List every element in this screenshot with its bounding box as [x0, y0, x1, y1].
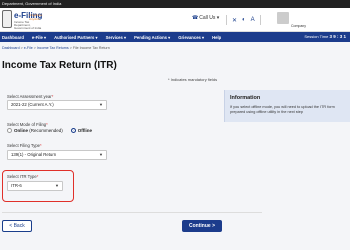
assessment-year-value: 2021-22 (Current A.Y.) [11, 102, 54, 107]
session-timer: Session Time 3 9 : 3 1 [304, 32, 346, 42]
footer-divider [2, 212, 262, 213]
radio-online[interactable] [7, 128, 12, 133]
filing-type-label: Select Filing Type* [7, 143, 42, 148]
nav-authorised-partners[interactable]: Authorised Partners ▾ [54, 35, 98, 40]
efiling-logo[interactable]: e-Filing Anywhere Anytime Income Tax Dep… [2, 10, 46, 30]
nav-grievances-label: Grievances [178, 34, 201, 40]
info-text: If you select offline mode, you will nee… [230, 105, 335, 114]
continue-button[interactable]: Continue > [182, 220, 222, 232]
nav-dashboard[interactable]: Dashboard [2, 35, 24, 40]
caret-down-icon: ▼ [55, 183, 59, 188]
continue-label: Continue [189, 223, 211, 229]
filing-type-select[interactable]: 139(1) - Original Return ▼ [7, 150, 107, 160]
back-label: Back [13, 223, 25, 229]
header: e-Filing Anywhere Anytime Income Tax Dep… [0, 8, 350, 32]
required-marker: * [36, 174, 39, 179]
back-button[interactable]: < Back [2, 220, 32, 232]
breadcrumb: Dashboard > e-File > Income Tax Returns … [2, 46, 110, 50]
caret-down-icon: ▼ [99, 102, 103, 107]
nav-help[interactable]: Help [212, 35, 221, 40]
language-icon[interactable]: A [251, 17, 255, 23]
nav-services-label: Services [105, 34, 123, 40]
accessibility-icon[interactable]: ✕ [232, 17, 237, 24]
itr-type-label-text: Select ITR Type [7, 174, 37, 179]
radio-offline[interactable] [70, 128, 76, 133]
phone-icon: ☎ [192, 15, 199, 21]
main-nav: Dashboard e-File ▾ Authorised Partners ▾… [0, 32, 350, 42]
session-time: 3 9 : 3 1 [329, 34, 346, 39]
nav-pending-actions-label: Pending Actions [134, 34, 167, 40]
assessment-year-label: Select Assessment year* [7, 94, 53, 99]
nav-efile[interactable]: e-File ▾ [32, 35, 46, 40]
session-label: Session Time [304, 34, 329, 39]
contrast-icon[interactable]: ◐ [242, 17, 246, 23]
mode-label: Select Mode of Filing* [7, 122, 48, 127]
itr-type-label: Select ITR Type* [7, 174, 38, 179]
mode-offline-label[interactable]: Offline [78, 128, 92, 133]
header-icons: ✕ ◐ A [226, 14, 261, 26]
mode-online-note: (Recommended) [29, 128, 63, 133]
divider [259, 15, 261, 25]
breadcrumb-current: File Income Tax Return [72, 46, 110, 50]
nav-authorised-partners-label: Authorised Partners [54, 34, 95, 40]
mode-online-label[interactable]: Online [14, 128, 28, 133]
breadcrumb-efile[interactable]: e-File [24, 46, 33, 50]
info-panel: Information If you select offline mode, … [224, 90, 350, 122]
info-heading: Information [230, 95, 261, 101]
divider [226, 15, 227, 25]
company-label[interactable]: Company [291, 24, 306, 28]
emblem-icon [2, 10, 12, 28]
caret-down-icon: ▼ [99, 152, 103, 157]
nav-pending-actions[interactable]: Pending Actions ▾ [134, 35, 170, 40]
mode-label-text: Select Mode of Filing [7, 122, 47, 127]
avatar[interactable] [277, 12, 289, 24]
logo-subtitle: Income Tax Department, Government of Ind… [14, 20, 42, 30]
nav-services[interactable]: Services ▾ [106, 35, 127, 40]
breadcrumb-itr[interactable]: Income Tax Returns [37, 46, 69, 50]
filing-type-label-text: Select Filing Type [7, 143, 40, 148]
mandatory-note: * Indicates mandatory fields [168, 77, 218, 82]
page-title: Income Tax Return (ITR) [2, 60, 117, 71]
filing-type-value: 139(1) - Original Return [11, 152, 57, 157]
mode-radio-group: Online (Recommended) Offline [7, 128, 92, 133]
gov-banner-text: Department, Government of India [2, 1, 62, 6]
assessment-year-select[interactable]: 2021-22 (Current A.Y.) ▼ [7, 100, 107, 110]
required-marker: * [46, 122, 48, 127]
continue-arrow-icon: > [212, 223, 215, 229]
call-us-label: Call Us [199, 15, 216, 21]
back-arrow-icon: < [9, 223, 13, 229]
itr-type-select[interactable]: ITR-6 ▼ [7, 181, 63, 191]
nav-efile-label: e-File [31, 34, 43, 40]
nav-grievances[interactable]: Grievances ▾ [178, 35, 204, 40]
required-marker: * [39, 143, 42, 148]
itr-type-value: ITR-6 [11, 183, 22, 188]
breadcrumb-dashboard[interactable]: Dashboard [2, 46, 20, 50]
required-marker: * [51, 94, 54, 99]
logo-tagline: Anywhere Anytime [29, 13, 43, 21]
gov-banner: Department, Government of India [0, 0, 350, 8]
call-us-button[interactable]: ☎Call Us ▾ [192, 15, 219, 21]
assessment-year-label-text: Select Assessment year [7, 94, 52, 99]
